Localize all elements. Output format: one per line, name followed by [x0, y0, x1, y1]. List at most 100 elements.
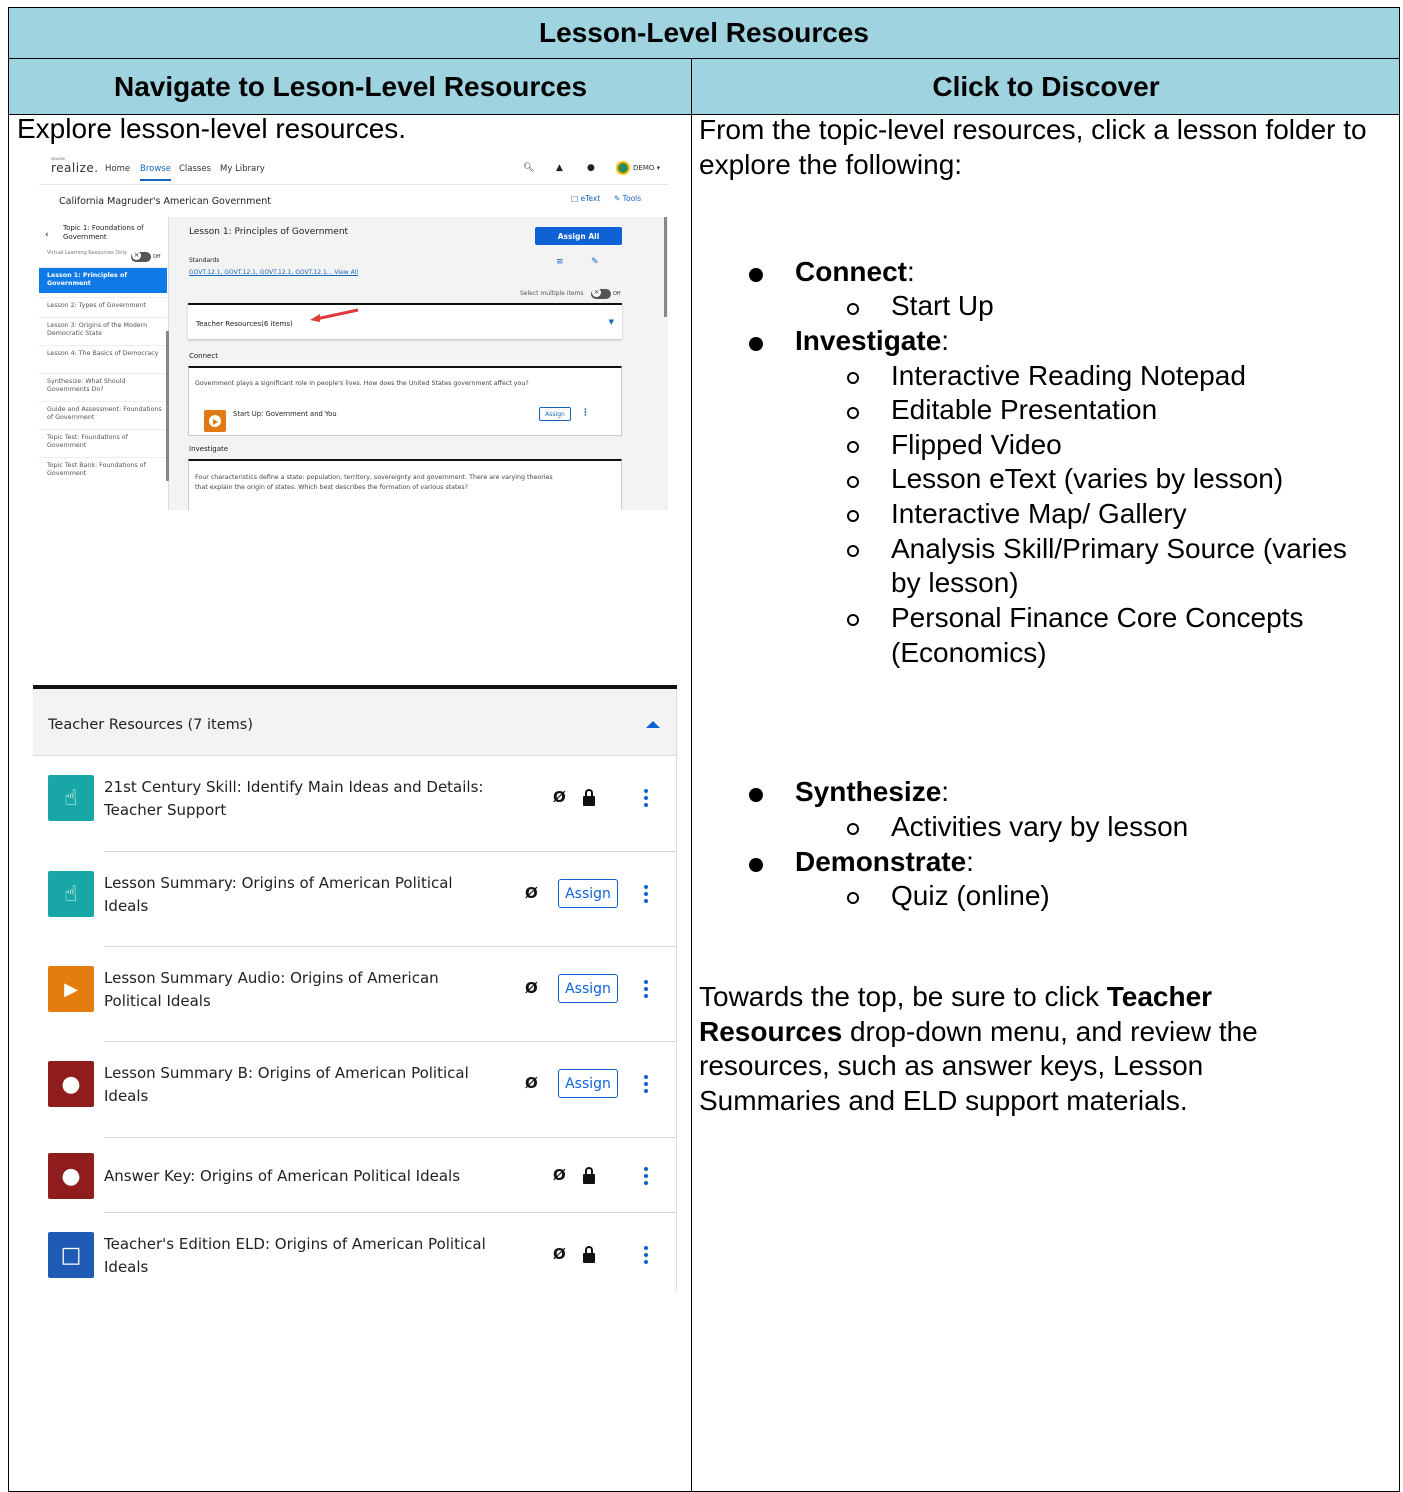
- teacher-resources-dropdown[interactable]: Teacher Resources(6 items) ▼: [188, 303, 622, 339]
- circle-bullet-icon: [847, 614, 859, 626]
- sidebar-item-lesson-2[interactable]: Lesson 2: Types of Government: [39, 297, 167, 317]
- hidden-eye-icon[interactable]: Ø: [553, 1245, 566, 1263]
- investigate-description-2: that explain the origin of states. Which…: [195, 484, 468, 491]
- group-demonstrate: Demonstrate:: [795, 846, 974, 877]
- panel-border: [676, 689, 677, 1291]
- tools-link[interactable]: ✎ Tools: [614, 194, 641, 203]
- user-menu[interactable]: DEMO ▾: [633, 164, 660, 172]
- select-multiple-state: Off: [613, 291, 621, 297]
- sidebar-item-lesson-4[interactable]: Lesson 4: The Basics of Democracy: [39, 345, 167, 373]
- more-options-icon[interactable]: [644, 1167, 650, 1188]
- more-options-icon[interactable]: [644, 980, 650, 1001]
- topic-sidebar: ‹ Topic 1: Foundations of Government Vir…: [39, 217, 169, 510]
- right-column-header: Click to Discover: [932, 70, 1160, 102]
- select-multiple-toggle[interactable]: [591, 288, 611, 299]
- sidebar-item-synthesize[interactable]: Synthesize: What Should Governments Do?: [39, 373, 167, 401]
- page-scrollbar[interactable]: [664, 217, 667, 317]
- sidebar-scrollbar[interactable]: [166, 331, 169, 481]
- circle-bullet-icon: [847, 372, 859, 384]
- group-demonstrate-label: Demonstrate: [795, 846, 967, 877]
- assign-button[interactable]: Assign: [558, 879, 618, 908]
- nav-home[interactable]: Home: [105, 164, 130, 174]
- caret-up-icon[interactable]: [646, 721, 660, 728]
- list-item: Interactive Reading Notepad: [891, 360, 1246, 391]
- startup-assign-button[interactable]: Assign: [539, 407, 571, 421]
- left-intro-text: Explore lesson-level resources.: [17, 113, 407, 144]
- resource-title[interactable]: Answer Key: Origins of American Politica…: [104, 1165, 494, 1188]
- resource-row[interactable]: ☝ 21st Century Skill: Identify Main Ideas…: [33, 756, 677, 852]
- nav-browse[interactable]: Browse: [140, 164, 171, 181]
- resource-row[interactable]: ☝ Lesson Summary: Origins of American Pol…: [33, 852, 677, 947]
- filter-icon[interactable]: ≡: [556, 257, 564, 267]
- investigate-label: Investigate: [189, 445, 229, 453]
- assign-button[interactable]: Assign: [558, 974, 618, 1003]
- list-item: Quiz (online): [891, 880, 1050, 911]
- more-options-icon[interactable]: [644, 789, 650, 810]
- hidden-eye-icon[interactable]: Ø: [553, 788, 566, 806]
- circle-bullet-icon: [847, 476, 859, 488]
- apple-icon: ●: [48, 1153, 94, 1199]
- vlr-toggle[interactable]: [131, 251, 151, 262]
- red-arrow-icon: [310, 308, 359, 322]
- bell-icon[interactable]: ▲: [556, 163, 563, 173]
- hidden-eye-icon[interactable]: Ø: [525, 1074, 538, 1092]
- vlr-label: Virtual Learning Resources Only: [47, 250, 127, 256]
- resource-title[interactable]: Lesson Summary: Origins of American Poli…: [104, 872, 469, 917]
- resource-title[interactable]: Teacher's Edition ELD: Origins of Americ…: [104, 1233, 499, 1278]
- lesson-body: ‹ Topic 1: Foundations of Government Vir…: [39, 217, 668, 510]
- resource-row[interactable]: □ Teacher's Edition ELD: Origins of Ameri…: [33, 1213, 677, 1291]
- startup-title[interactable]: Start Up: Government and You: [233, 410, 337, 418]
- investigate-description-1: Four characteristics define a state: pop…: [195, 474, 553, 481]
- circle-bullet-icon: [847, 441, 859, 453]
- bullet-icon: [749, 858, 763, 872]
- list-item-continued: (Economics): [891, 637, 1047, 668]
- circle-bullet-icon: [847, 303, 859, 315]
- sidebar-item-guide-assessment[interactable]: Guide and Assessment: Foundations of Gov…: [39, 401, 167, 429]
- play-triangle-icon: [213, 419, 218, 425]
- sidebar-item-topic-test[interactable]: Topic Test: Foundations of Government: [39, 429, 167, 457]
- lesson-title: Lesson 1: Principles of Government: [189, 227, 349, 237]
- table-title: Lesson-Level Resources: [9, 8, 1399, 59]
- standards-label: Standards: [189, 257, 220, 264]
- resource-title[interactable]: 21st Century Skill: Identify Main Ideas …: [104, 776, 499, 821]
- etext-link[interactable]: □ eText: [571, 194, 600, 203]
- resource-row[interactable]: ▶ Lesson Summary Audio: Origins of Americ…: [33, 947, 677, 1042]
- group-synthesize-label: Synthesize: [795, 776, 942, 807]
- lock-icon: [583, 1246, 595, 1263]
- resource-row[interactable]: ● Lesson Summary B: Origins of American P…: [33, 1042, 677, 1138]
- teacher-resources-header[interactable]: Teacher Resources (7 items): [33, 689, 677, 756]
- hidden-eye-icon[interactable]: Ø: [525, 979, 538, 997]
- sidebar-item-topic-test-bank[interactable]: Topic Test Bank: Foundations of Governme…: [39, 457, 167, 485]
- more-options-icon[interactable]: ⋮: [581, 408, 590, 418]
- help-icon[interactable]: ●: [587, 163, 595, 173]
- circle-bullet-icon: [847, 510, 859, 522]
- connect-label: Connect: [189, 352, 218, 360]
- teacher-resources-label: Teacher Resources(6 items): [196, 320, 293, 328]
- assign-button[interactable]: Assign: [558, 1069, 618, 1098]
- resource-title[interactable]: Lesson Summary B: Origins of American Po…: [104, 1062, 469, 1107]
- book-icon: □: [48, 1232, 94, 1278]
- circle-bullet-icon: [847, 823, 859, 835]
- resource-row[interactable]: ● Answer Key: Origins of American Politic…: [33, 1138, 677, 1213]
- search-icon[interactable]: 🔍︎: [523, 163, 534, 173]
- left-column-header: Navigate to Leson-Level Resources: [113, 70, 588, 102]
- realize-logo[interactable]: realize.: [51, 161, 99, 175]
- standards-links[interactable]: GOVT.12.1, GOVT.12.1, GOVT.12.1, GOVT.12…: [189, 269, 358, 276]
- assign-all-button[interactable]: Assign All: [535, 227, 622, 245]
- nav-my-library[interactable]: My Library: [220, 164, 265, 174]
- connect-card: Government plays a significant role in p…: [188, 366, 622, 436]
- closing-text-start: Towards the top, be sure to click: [699, 981, 1107, 1012]
- edit-icon[interactable]: ✎: [591, 257, 599, 267]
- nav-classes[interactable]: Classes: [179, 164, 211, 174]
- circle-bullet-icon: [847, 407, 859, 419]
- hidden-eye-icon[interactable]: Ø: [525, 884, 538, 902]
- hidden-eye-icon[interactable]: Ø: [553, 1166, 566, 1184]
- chevron-left-icon[interactable]: ‹: [45, 230, 49, 240]
- more-options-icon[interactable]: [644, 885, 650, 906]
- avatar[interactable]: [616, 161, 630, 175]
- resource-title[interactable]: Lesson Summary Audio: Origins of America…: [104, 967, 444, 1012]
- more-options-icon[interactable]: [644, 1075, 650, 1096]
- sidebar-item-lesson-1[interactable]: Lesson 1: Principles of Government: [39, 267, 167, 293]
- sidebar-item-lesson-3[interactable]: Lesson 3: Origins of the Modern Democrat…: [39, 317, 167, 345]
- more-options-icon[interactable]: [644, 1246, 650, 1267]
